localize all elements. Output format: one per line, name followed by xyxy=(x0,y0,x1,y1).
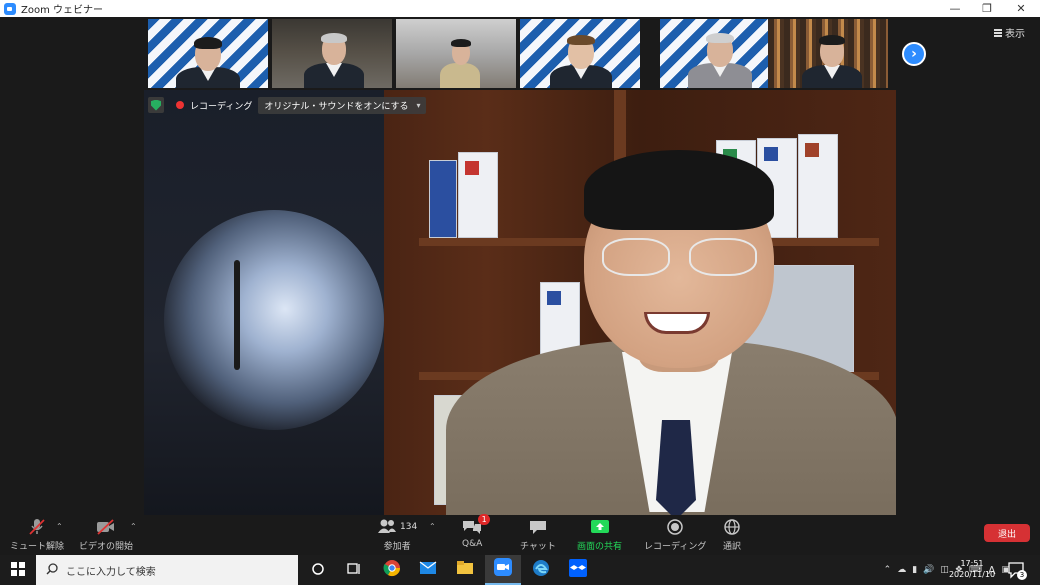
battery-icon[interactable]: ▮ xyxy=(912,565,917,575)
meeting-controls-toolbar: ミュート解除 ⌃ ビデオの開始 ⌃ 134 参加者 ⌃ 1 Q&A チャット 画… xyxy=(0,514,1040,555)
windows-taskbar: ここに入力して検索 ⌃ ☁ ▮ 🔊 ◫ ❖ ⌨ A ▣ 17:51 2020/1… xyxy=(0,555,1040,585)
participant-thumbnail[interactable] xyxy=(660,19,780,88)
notification-center-button[interactable]: 3 xyxy=(1006,560,1027,580)
unmute-label: ミュート解除 xyxy=(10,542,65,552)
globe-icon xyxy=(723,518,741,536)
start-video-button[interactable]: ビデオの開始 xyxy=(79,518,133,552)
share-screen-button[interactable]: 画面の共有 xyxy=(577,518,622,552)
audio-options-caret-icon[interactable]: ⌃ xyxy=(56,522,63,531)
clock-date: 2020/11/10 xyxy=(948,570,996,579)
view-label: 表示 xyxy=(1005,29,1025,40)
participants-count: 134 xyxy=(400,522,418,532)
recording-label: レコーディング xyxy=(644,542,707,552)
volume-icon[interactable]: 🔊 xyxy=(923,565,934,575)
recording-indicator-label: レコーディング xyxy=(190,101,253,112)
taskbar-file-explorer[interactable] xyxy=(447,555,483,585)
window-title: Zoom ウェビナー xyxy=(21,5,104,16)
minimize-button[interactable]: — xyxy=(938,0,972,17)
participant-thumbnail[interactable] xyxy=(768,19,888,88)
title-bar: Zoom ウェビナー — ❐ ✕ xyxy=(0,0,1040,17)
video-off-icon xyxy=(96,518,116,536)
taskbar-zoom[interactable] xyxy=(485,555,521,585)
chrome-icon xyxy=(383,559,401,581)
active-speaker-video[interactable] xyxy=(144,90,896,515)
chat-button[interactable]: チャット xyxy=(520,518,556,552)
participants-label: 参加者 xyxy=(383,542,411,552)
original-sound-button[interactable]: オリジナル・サウンドをオンにする ▾ xyxy=(258,96,427,114)
participants-button[interactable]: 134 参加者 xyxy=(377,518,417,552)
chat-icon xyxy=(529,518,547,536)
interpretation-button[interactable]: 通訳 xyxy=(723,518,741,552)
participant-thumbnail[interactable] xyxy=(520,19,640,88)
qa-button[interactable]: 1 Q&A xyxy=(462,514,491,549)
task-view-button[interactable] xyxy=(336,555,372,585)
chat-label: チャット xyxy=(520,542,556,552)
taskbar-edge[interactable] xyxy=(523,555,559,585)
taskbar-search-box[interactable]: ここに入力して検索 xyxy=(36,555,298,585)
mail-icon xyxy=(419,560,437,580)
folder-icon xyxy=(456,560,474,580)
video-options-caret-icon[interactable]: ⌃ xyxy=(130,522,137,531)
search-placeholder: ここに入力して検索 xyxy=(66,566,156,578)
task-view-icon xyxy=(346,561,362,580)
view-grid-icon xyxy=(994,28,1002,37)
tray-expand-icon[interactable]: ⌃ xyxy=(884,565,892,575)
zoom-app-icon xyxy=(494,558,512,580)
view-button[interactable]: 表示 xyxy=(994,25,1025,40)
cortana-circle-icon xyxy=(311,561,325,580)
zoom-webinar-window: Zoom ウェビナー — ❐ ✕ › 表示 レコーディング オリジナル・サウンド… xyxy=(0,0,1040,585)
cloud-icon[interactable]: ☁ xyxy=(897,565,906,575)
notification-count: 3 xyxy=(1017,570,1027,580)
search-icon xyxy=(46,562,58,578)
restore-button[interactable]: ❐ xyxy=(970,0,1004,17)
participants-options-caret-icon[interactable]: ⌃ xyxy=(429,522,436,531)
participant-thumbnail[interactable] xyxy=(148,19,268,88)
clock-time: 17:51 xyxy=(960,559,984,568)
taskbar-dropbox[interactable] xyxy=(560,555,596,585)
start-button[interactable] xyxy=(0,555,36,585)
participant-thumbnail[interactable] xyxy=(396,19,516,88)
cortana-button[interactable] xyxy=(300,555,336,585)
share-screen-icon xyxy=(590,518,610,536)
video-stage: › 表示 レコーディング オリジナル・サウンドをオンにする ▾ xyxy=(0,17,1040,515)
encryption-shield-icon[interactable] xyxy=(148,97,164,113)
windows-logo-icon xyxy=(11,561,25,580)
participants-icon xyxy=(377,518,397,537)
interpretation-label: 通訳 xyxy=(723,542,742,552)
qa-label: Q&A xyxy=(462,539,483,549)
chevron-right-icon: › xyxy=(911,46,917,62)
microphone-muted-icon xyxy=(28,518,46,536)
next-page-button[interactable]: › xyxy=(902,42,926,66)
leave-button[interactable]: 退出 xyxy=(984,524,1030,542)
original-sound-label: オリジナル・サウンドをオンにする xyxy=(264,101,409,112)
close-button[interactable]: ✕ xyxy=(1004,0,1038,17)
recording-dot-icon xyxy=(176,101,184,109)
recording-button[interactable]: レコーディング xyxy=(644,518,706,552)
qa-badge: 1 xyxy=(478,514,491,525)
start-video-label: ビデオの開始 xyxy=(79,542,134,552)
dropbox-icon xyxy=(569,559,587,581)
taskbar-mail[interactable] xyxy=(410,555,446,585)
share-screen-label: 画面の共有 xyxy=(577,542,623,552)
taskbar-chrome[interactable] xyxy=(374,555,410,585)
qa-icon: 1 xyxy=(462,514,491,536)
zoom-logo-icon xyxy=(4,2,16,15)
taskbar-clock[interactable]: 17:51 2020/11/10 xyxy=(947,558,997,580)
participant-thumbnail[interactable] xyxy=(272,19,392,88)
edge-icon xyxy=(532,559,550,581)
chevron-down-icon[interactable]: ▾ xyxy=(416,101,420,110)
video-info-bar: レコーディング オリジナル・サウンドをオンにする ▾ xyxy=(148,96,427,114)
record-icon xyxy=(666,518,684,536)
